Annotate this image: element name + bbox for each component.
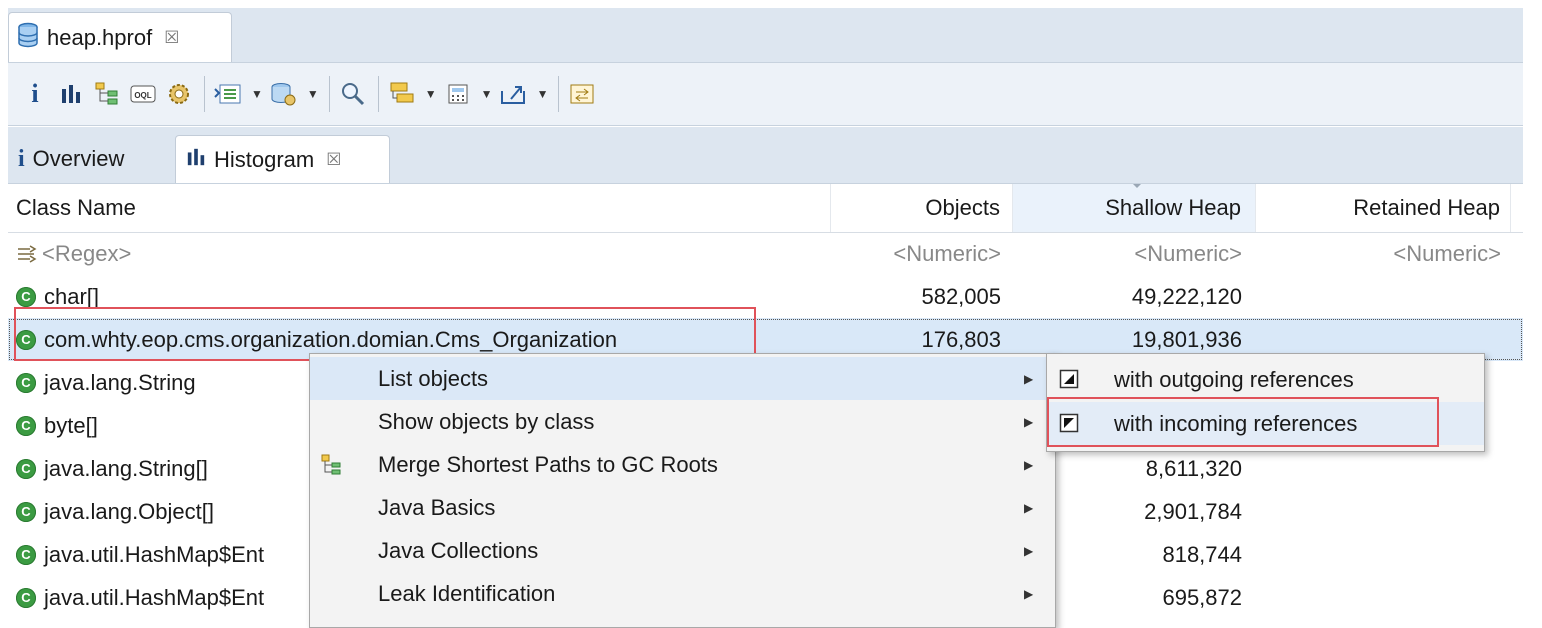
- submenu-arrow-icon: ▶: [1024, 414, 1034, 429]
- search-icon[interactable]: [338, 77, 368, 111]
- class-name: java.util.HashMap$Ent: [44, 541, 265, 567]
- compare-icon[interactable]: [567, 77, 597, 111]
- menu-item-label: Leak Identification: [378, 580, 556, 606]
- chevron-down-icon[interactable]: ▼: [425, 87, 437, 101]
- menu-item-label: Java Collections: [378, 537, 539, 563]
- class-icon: C: [16, 544, 36, 565]
- menu-item-java-collections[interactable]: Java Collections ▶: [310, 529, 1055, 572]
- chevron-down-icon[interactable]: ▼: [537, 87, 549, 101]
- objects-filter[interactable]: <Numeric>: [831, 232, 1013, 275]
- filter-row: <Regex> <Numeric> <Numeric> <Numeric>: [8, 232, 1523, 275]
- toolbar-separator: [328, 76, 330, 112]
- paths-icon: [320, 453, 342, 483]
- editor-tab-bar: heap.hprof ☒: [8, 8, 1523, 63]
- oql-icon[interactable]: OQL: [128, 77, 158, 111]
- editor-tab-label: heap.hprof: [47, 24, 153, 50]
- menu-item-incoming-references[interactable]: with incoming references: [1047, 402, 1484, 445]
- class-icon: C: [16, 372, 36, 393]
- column-header-objects[interactable]: Objects: [831, 184, 1013, 232]
- table-row[interactable]: Cchar[] 582,005 49,222,120: [8, 275, 1523, 318]
- editor-tab-heap-hprof[interactable]: heap.hprof ☒: [8, 12, 232, 62]
- query-browser-icon[interactable]: [269, 77, 299, 111]
- class-name: java.util.HashMap$Ent: [44, 584, 265, 610]
- shallow-heap-value: 49,222,120: [1131, 283, 1242, 309]
- menu-item-label: Java Basics: [378, 494, 496, 520]
- table-header: Class Name Objects Shallow Heap Retained…: [8, 184, 1523, 233]
- menu-item-leak-identification[interactable]: Leak Identification ▶: [310, 572, 1055, 615]
- toolbar-separator: [377, 76, 379, 112]
- objects-value: 582,005: [921, 283, 1001, 309]
- class-icon: C: [16, 286, 36, 307]
- submenu-arrow-icon: ▶: [1024, 457, 1034, 472]
- class-name: java.lang.String: [44, 369, 196, 395]
- regex-filter-text: <Regex>: [42, 240, 132, 266]
- menu-item-merge-shortest-paths[interactable]: Merge Shortest Paths to GC Roots ▶: [310, 443, 1055, 486]
- column-header-retained-heap[interactable]: Retained Heap: [1256, 184, 1511, 232]
- context-menu: List objects ▶ Show objects by class ▶ M…: [309, 353, 1056, 628]
- toolbar: i OQL ▼ ▼ ▼ ▼ ▼: [8, 63, 1523, 126]
- tab-histogram-label: Histogram: [214, 146, 315, 172]
- histogram-icon: [186, 147, 206, 173]
- calculator-icon[interactable]: [443, 77, 473, 111]
- column-header-shallow-heap[interactable]: Shallow Heap: [1013, 184, 1256, 232]
- class-icon: C: [16, 501, 36, 522]
- class-name: java.lang.Object[]: [44, 498, 214, 524]
- retained-heap-value: [1256, 275, 1511, 318]
- menu-item-label: with incoming references: [1114, 410, 1358, 436]
- database-icon: [17, 22, 39, 53]
- menu-item-label: with outgoing references: [1114, 366, 1354, 392]
- column-header-class-name[interactable]: Class Name: [8, 184, 831, 232]
- menu-item-java-basics[interactable]: Java Basics ▶: [310, 486, 1055, 529]
- class-icon: C: [16, 329, 36, 350]
- incoming-references-icon: [1059, 413, 1079, 439]
- overview-info-icon[interactable]: i: [20, 77, 50, 111]
- group-by-icon[interactable]: [387, 77, 417, 111]
- menu-item-label: Merge Shortest Paths to GC Roots: [378, 451, 718, 477]
- submenu-arrow-icon: ▶: [1024, 543, 1034, 558]
- class-name: char[]: [44, 283, 100, 309]
- close-icon[interactable]: ☒: [326, 150, 341, 170]
- menu-item-label: List objects: [378, 365, 489, 391]
- tab-histogram[interactable]: Histogram ☒: [175, 135, 390, 183]
- class-icon: C: [16, 458, 36, 479]
- heap-dump-overview-icon[interactable]: [213, 77, 243, 111]
- export-icon[interactable]: [499, 77, 529, 111]
- column-header-shallow-heap-label: Shallow Heap: [1105, 195, 1241, 220]
- gear-icon[interactable]: [164, 77, 194, 111]
- menu-item-label: Show objects by class: [378, 408, 595, 434]
- regex-filter[interactable]: <Regex>: [8, 232, 831, 275]
- close-icon[interactable]: ☒: [164, 28, 179, 48]
- list-objects-submenu: with outgoing references with incoming r…: [1046, 353, 1485, 452]
- class-icon: C: [16, 587, 36, 608]
- histogram-icon[interactable]: [56, 77, 86, 111]
- toolbar-separator: [204, 76, 205, 112]
- submenu-arrow-icon: ▶: [1024, 371, 1034, 386]
- sort-indicator-icon: [1131, 184, 1143, 188]
- class-icon: C: [16, 415, 36, 436]
- view-tab-bar: i Overview Histogram ☒: [8, 127, 1523, 184]
- toolbar-separator: [558, 76, 560, 112]
- shallow-heap-filter[interactable]: <Numeric>: [1013, 232, 1256, 275]
- retained-heap-filter[interactable]: <Numeric>: [1256, 232, 1511, 275]
- class-name: com.whty.eop.cms.organization.domian.Cms…: [44, 326, 618, 352]
- menu-item-outgoing-references[interactable]: with outgoing references: [1047, 358, 1484, 401]
- class-name: java.lang.String[]: [44, 455, 208, 481]
- chevron-down-icon[interactable]: ▼: [307, 87, 319, 101]
- submenu-arrow-icon: ▶: [1024, 586, 1034, 601]
- dominator-tree-icon[interactable]: [92, 77, 122, 111]
- tab-overview[interactable]: i Overview: [8, 135, 174, 183]
- svg-text:OQL: OQL: [134, 91, 151, 100]
- tab-overview-label: Overview: [32, 146, 125, 171]
- menu-item-show-objects-by-class[interactable]: Show objects by class ▶: [310, 400, 1055, 443]
- chevron-down-icon[interactable]: ▼: [481, 87, 493, 101]
- menu-item-list-objects[interactable]: List objects ▶: [310, 357, 1055, 400]
- outgoing-references-icon: [1059, 369, 1079, 395]
- class-name: byte[]: [44, 412, 98, 438]
- filter-icon: [16, 243, 38, 265]
- info-icon: i: [18, 145, 25, 172]
- chevron-down-icon[interactable]: ▼: [251, 87, 263, 101]
- submenu-arrow-icon: ▶: [1024, 500, 1034, 515]
